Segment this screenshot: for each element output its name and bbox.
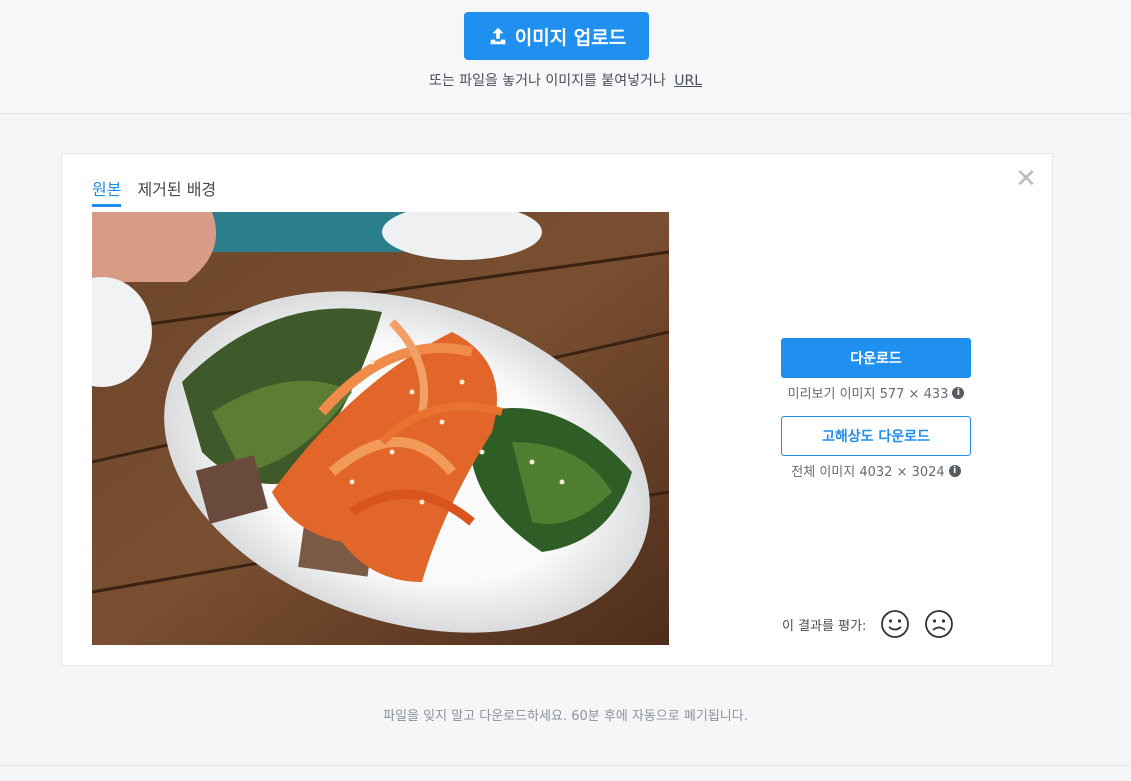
full-image-info-text: 전체 이미지 4032 × 3024 xyxy=(791,465,945,480)
rating-section: 이 결과를 평가: xyxy=(782,609,954,639)
upload-button-label: 이미지 업로드 xyxy=(514,26,627,49)
frown-face-icon[interactable] xyxy=(924,609,954,639)
page: 이미지 업로드 또는 파일을 놓거나 이미지를 붙여넣거나 URL 원본 제거된… xyxy=(0,0,1131,781)
bottom-divider xyxy=(0,765,1131,766)
upload-hint-text: 또는 파일을 놓거나 이미지를 붙여넣거나 xyxy=(429,73,666,89)
url-link[interactable]: URL xyxy=(674,73,702,89)
auto-delete-notice: 파일을 잊지 말고 다운로드하세요. 60분 후에 자동으로 폐기됩니다. xyxy=(383,709,748,724)
tab-removed-background[interactable]: 제거된 배경 xyxy=(137,176,216,207)
food-photo xyxy=(92,212,669,645)
info-icon[interactable]: i xyxy=(948,464,961,477)
original-image-preview xyxy=(92,212,669,645)
preview-image-info-text: 미리보기 이미지 577 × 433 xyxy=(787,387,949,402)
info-icon[interactable]: i xyxy=(952,386,965,399)
download-actions: 다운로드 미리보기 이미지 577 × 433 i 고해상도 다운로드 전체 이… xyxy=(781,338,971,494)
rating-label: 이 결과를 평가: xyxy=(782,618,867,634)
smile-face-icon[interactable] xyxy=(880,609,910,639)
result-tabs: 원본 제거된 배경 xyxy=(92,176,216,207)
tab-original[interactable]: 원본 xyxy=(92,176,122,207)
upload-section: 이미지 업로드 또는 파일을 놓거나 이미지를 붙여넣거나 URL xyxy=(0,0,1131,114)
full-image-info: 전체 이미지 4032 × 3024 i xyxy=(781,461,971,480)
hd-download-button[interactable]: 고해상도 다운로드 xyxy=(781,416,971,456)
close-icon[interactable]: ✕ xyxy=(1015,166,1037,192)
preview-image-info: 미리보기 이미지 577 × 433 i xyxy=(781,383,971,402)
result-card: 원본 제거된 배경 ✕ 다운로드 미리보기 이미지 577 × 433 i 고해… xyxy=(61,153,1053,666)
upload-hint: 또는 파일을 놓거나 이미지를 붙여넣거나 URL xyxy=(0,70,1131,90)
upload-image-button[interactable]: 이미지 업로드 xyxy=(464,12,649,60)
upload-icon xyxy=(490,27,506,45)
download-button[interactable]: 다운로드 xyxy=(781,338,971,378)
